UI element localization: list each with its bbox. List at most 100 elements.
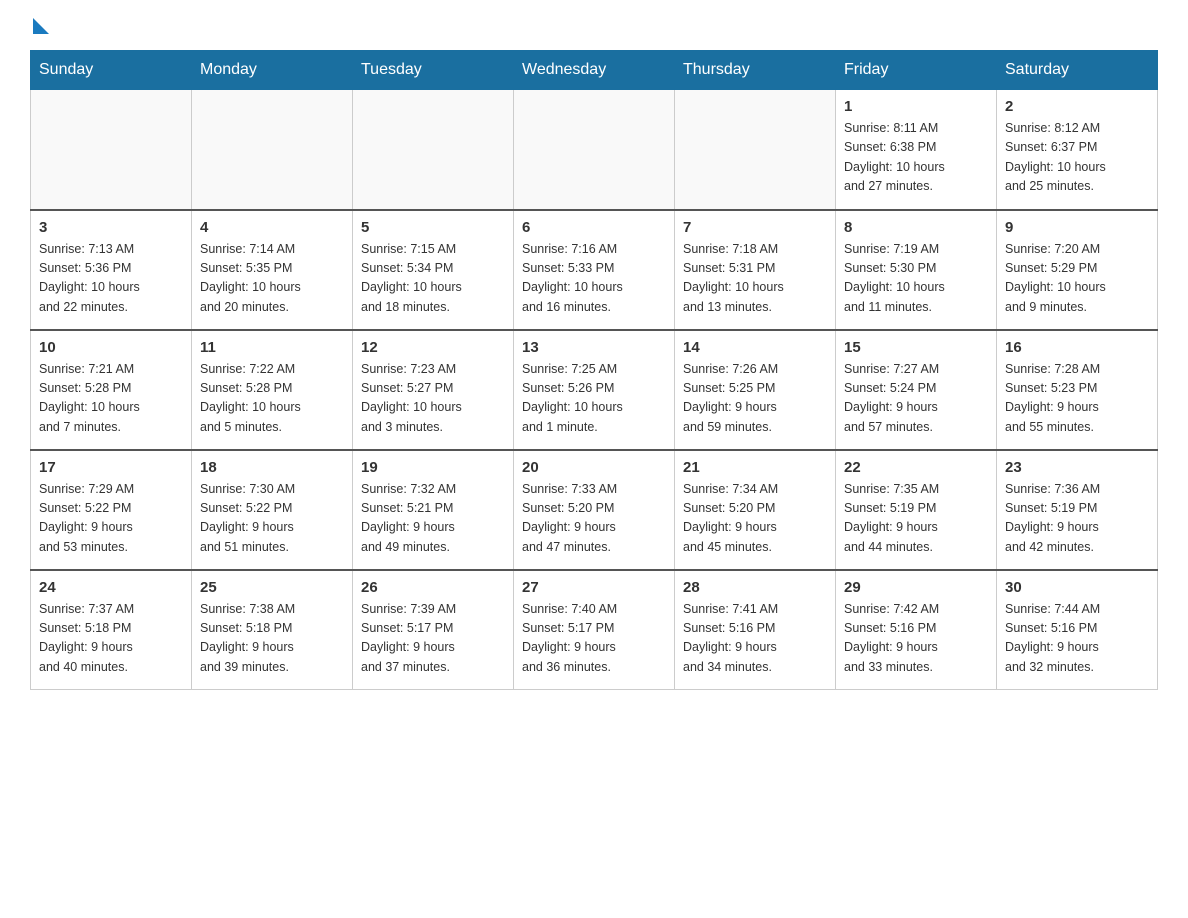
day-number: 9 <box>1005 219 1149 236</box>
day-info: Sunrise: 7:30 AMSunset: 5:22 PMDaylight:… <box>200 480 344 558</box>
calendar-cell: 25 Sunrise: 7:38 AMSunset: 5:18 PMDayligh… <box>192 570 353 690</box>
weekday-header-saturday: Saturday <box>997 51 1158 90</box>
day-info: Sunrise: 7:13 AMSunset: 5:36 PMDaylight:… <box>39 240 183 318</box>
day-number: 2 <box>1005 98 1149 115</box>
weekday-header-wednesday: Wednesday <box>514 51 675 90</box>
day-info: Sunrise: 7:23 AMSunset: 5:27 PMDaylight:… <box>361 360 505 438</box>
calendar-cell: 7 Sunrise: 7:18 AMSunset: 5:31 PMDaylight… <box>675 210 836 330</box>
week-row-4: 17 Sunrise: 7:29 AMSunset: 5:22 PMDayligh… <box>31 450 1158 570</box>
calendar-cell <box>31 90 192 210</box>
weekday-header-friday: Friday <box>836 51 997 90</box>
day-number: 1 <box>844 98 988 115</box>
calendar-cell: 24 Sunrise: 7:37 AMSunset: 5:18 PMDayligh… <box>31 570 192 690</box>
calendar-cell: 10 Sunrise: 7:21 AMSunset: 5:28 PMDayligh… <box>31 330 192 450</box>
day-number: 18 <box>200 459 344 476</box>
calendar-cell: 12Sunrise: 7:23 AMSunset: 5:27 PMDayligh… <box>353 330 514 450</box>
day-number: 16 <box>1005 339 1149 356</box>
day-number: 22 <box>844 459 988 476</box>
day-number: 21 <box>683 459 827 476</box>
day-number: 25 <box>200 579 344 596</box>
day-number: 5 <box>361 219 505 236</box>
calendar-cell: 20 Sunrise: 7:33 AMSunset: 5:20 PMDayligh… <box>514 450 675 570</box>
week-row-5: 24 Sunrise: 7:37 AMSunset: 5:18 PMDayligh… <box>31 570 1158 690</box>
calendar-cell: 4Sunrise: 7:14 AMSunset: 5:35 PMDaylight… <box>192 210 353 330</box>
calendar-cell: 11 Sunrise: 7:22 AMSunset: 5:28 PMDayligh… <box>192 330 353 450</box>
calendar-cell: 6 Sunrise: 7:16 AMSunset: 5:33 PMDaylight… <box>514 210 675 330</box>
calendar-cell: 19Sunrise: 7:32 AMSunset: 5:21 PMDayligh… <box>353 450 514 570</box>
calendar-cell: 3 Sunrise: 7:13 AMSunset: 5:36 PMDaylight… <box>31 210 192 330</box>
day-info: Sunrise: 7:41 AMSunset: 5:16 PMDaylight:… <box>683 600 827 678</box>
day-info: Sunrise: 7:44 AMSunset: 5:16 PMDaylight:… <box>1005 600 1149 678</box>
day-number: 24 <box>39 579 183 596</box>
calendar-cell: 28 Sunrise: 7:41 AMSunset: 5:16 PMDayligh… <box>675 570 836 690</box>
day-number: 13 <box>522 339 666 356</box>
day-info: Sunrise: 7:26 AMSunset: 5:25 PMDaylight:… <box>683 360 827 438</box>
day-info: Sunrise: 7:40 AMSunset: 5:17 PMDaylight:… <box>522 600 666 678</box>
calendar-cell: 18 Sunrise: 7:30 AMSunset: 5:22 PMDayligh… <box>192 450 353 570</box>
day-number: 17 <box>39 459 183 476</box>
day-info: Sunrise: 7:22 AMSunset: 5:28 PMDaylight:… <box>200 360 344 438</box>
calendar-cell: 8Sunrise: 7:19 AMSunset: 5:30 PMDaylight… <box>836 210 997 330</box>
calendar-cell: 14Sunrise: 7:26 AMSunset: 5:25 PMDayligh… <box>675 330 836 450</box>
weekday-header-tuesday: Tuesday <box>353 51 514 90</box>
calendar-cell: 9Sunrise: 7:20 AMSunset: 5:29 PMDaylight… <box>997 210 1158 330</box>
day-info: Sunrise: 7:27 AMSunset: 5:24 PMDaylight:… <box>844 360 988 438</box>
day-number: 3 <box>39 219 183 236</box>
weekday-header-thursday: Thursday <box>675 51 836 90</box>
calendar-cell <box>514 90 675 210</box>
calendar-table: SundayMondayTuesdayWednesdayThursdayFrid… <box>30 50 1158 690</box>
day-number: 20 <box>522 459 666 476</box>
calendar-cell: 13 Sunrise: 7:25 AMSunset: 5:26 PMDayligh… <box>514 330 675 450</box>
day-info: Sunrise: 7:21 AMSunset: 5:28 PMDaylight:… <box>39 360 183 438</box>
week-row-1: 1Sunrise: 8:11 AMSunset: 6:38 PMDaylight… <box>31 90 1158 210</box>
day-info: Sunrise: 7:39 AMSunset: 5:17 PMDaylight:… <box>361 600 505 678</box>
day-info: Sunrise: 7:42 AMSunset: 5:16 PMDaylight:… <box>844 600 988 678</box>
day-number: 26 <box>361 579 505 596</box>
calendar-cell: 1Sunrise: 8:11 AMSunset: 6:38 PMDaylight… <box>836 90 997 210</box>
day-info: Sunrise: 7:25 AMSunset: 5:26 PMDaylight:… <box>522 360 666 438</box>
day-number: 27 <box>522 579 666 596</box>
day-info: Sunrise: 7:16 AMSunset: 5:33 PMDaylight:… <box>522 240 666 318</box>
calendar-cell: 26 Sunrise: 7:39 AMSunset: 5:17 PMDayligh… <box>353 570 514 690</box>
day-info: Sunrise: 7:19 AMSunset: 5:30 PMDaylight:… <box>844 240 988 318</box>
day-info: Sunrise: 7:35 AMSunset: 5:19 PMDaylight:… <box>844 480 988 558</box>
day-number: 28 <box>683 579 827 596</box>
calendar-cell: 27 Sunrise: 7:40 AMSunset: 5:17 PMDayligh… <box>514 570 675 690</box>
logo-arrow-icon <box>33 18 49 34</box>
day-number: 11 <box>200 339 344 356</box>
day-info: Sunrise: 7:18 AMSunset: 5:31 PMDaylight:… <box>683 240 827 318</box>
day-number: 29 <box>844 579 988 596</box>
day-info: Sunrise: 7:29 AMSunset: 5:22 PMDaylight:… <box>39 480 183 558</box>
calendar-cell: 15 Sunrise: 7:27 AMSunset: 5:24 PMDayligh… <box>836 330 997 450</box>
day-info: Sunrise: 7:37 AMSunset: 5:18 PMDaylight:… <box>39 600 183 678</box>
calendar-cell: 29 Sunrise: 7:42 AMSunset: 5:16 PMDayligh… <box>836 570 997 690</box>
calendar-cell: 17 Sunrise: 7:29 AMSunset: 5:22 PMDayligh… <box>31 450 192 570</box>
day-info: Sunrise: 8:12 AMSunset: 6:37 PMDaylight:… <box>1005 119 1149 197</box>
weekday-header-row: SundayMondayTuesdayWednesdayThursdayFrid… <box>31 51 1158 90</box>
calendar-cell <box>353 90 514 210</box>
day-info: Sunrise: 7:32 AMSunset: 5:21 PMDaylight:… <box>361 480 505 558</box>
day-number: 23 <box>1005 459 1149 476</box>
day-number: 30 <box>1005 579 1149 596</box>
logo <box>30 20 49 30</box>
calendar-cell: 5 Sunrise: 7:15 AMSunset: 5:34 PMDaylight… <box>353 210 514 330</box>
day-info: Sunrise: 7:15 AMSunset: 5:34 PMDaylight:… <box>361 240 505 318</box>
calendar-cell: 22 Sunrise: 7:35 AMSunset: 5:19 PMDayligh… <box>836 450 997 570</box>
calendar-cell <box>192 90 353 210</box>
calendar-cell: 23 Sunrise: 7:36 AMSunset: 5:19 PMDayligh… <box>997 450 1158 570</box>
day-number: 15 <box>844 339 988 356</box>
day-number: 6 <box>522 219 666 236</box>
calendar-cell: 30 Sunrise: 7:44 AMSunset: 5:16 PMDayligh… <box>997 570 1158 690</box>
week-row-2: 3 Sunrise: 7:13 AMSunset: 5:36 PMDaylight… <box>31 210 1158 330</box>
weekday-header-monday: Monday <box>192 51 353 90</box>
day-number: 7 <box>683 219 827 236</box>
day-info: Sunrise: 7:33 AMSunset: 5:20 PMDaylight:… <box>522 480 666 558</box>
weekday-header-sunday: Sunday <box>31 51 192 90</box>
week-row-3: 10 Sunrise: 7:21 AMSunset: 5:28 PMDayligh… <box>31 330 1158 450</box>
day-info: Sunrise: 7:36 AMSunset: 5:19 PMDaylight:… <box>1005 480 1149 558</box>
page-header <box>30 20 1158 30</box>
day-info: Sunrise: 7:34 AMSunset: 5:20 PMDaylight:… <box>683 480 827 558</box>
day-number: 10 <box>39 339 183 356</box>
day-number: 4 <box>200 219 344 236</box>
day-info: Sunrise: 7:38 AMSunset: 5:18 PMDaylight:… <box>200 600 344 678</box>
